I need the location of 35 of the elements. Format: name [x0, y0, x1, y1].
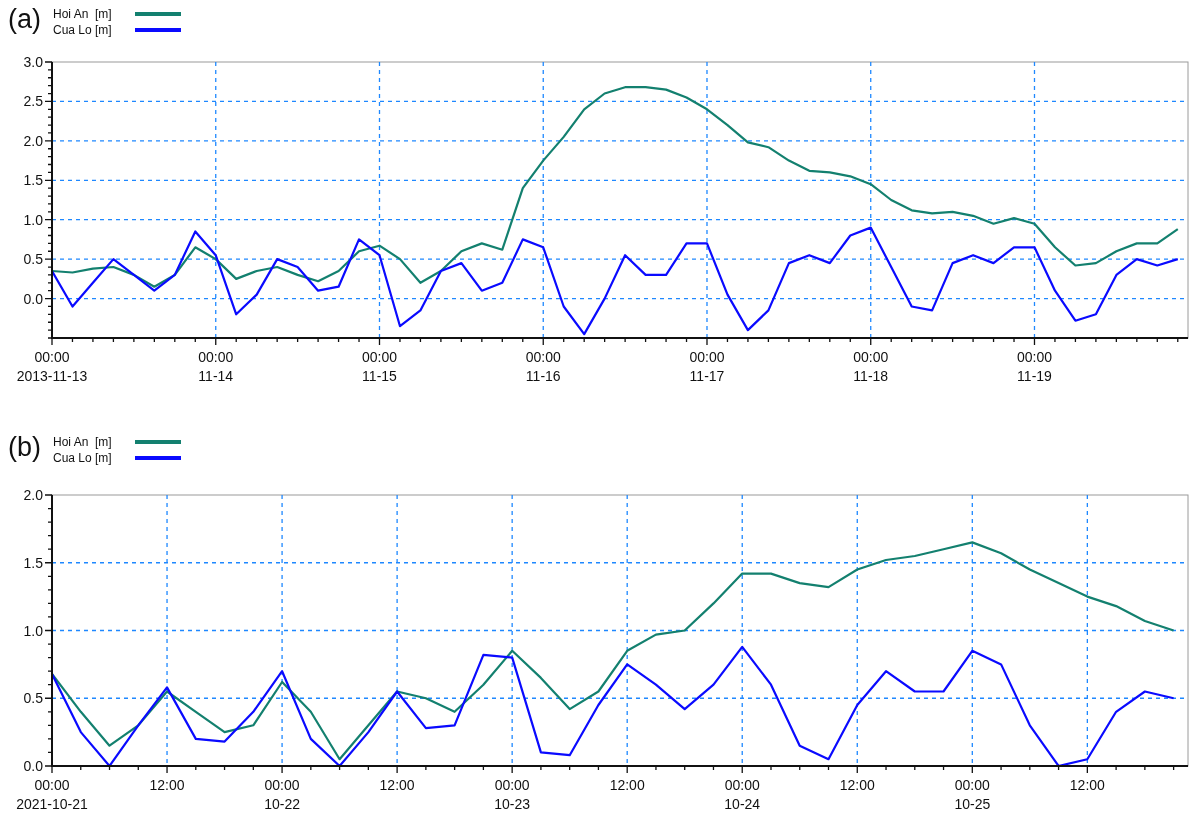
- x-axis-label: 00:00 11-15: [361, 349, 397, 384]
- x-axis-label: 00:00 2013-11-13: [16, 349, 88, 384]
- x-axis-label: 00:00 11-18: [853, 349, 889, 384]
- x-axis-label: 12:00: [1069, 777, 1105, 793]
- x-axis-label: 00:00 2021-10-21: [16, 777, 88, 812]
- y-axis-label: 1.5: [23, 172, 43, 189]
- x-axis-label: 00:00 11-19: [1016, 349, 1052, 384]
- legend-label: Cua Lo [m]: [53, 451, 113, 465]
- y-axis-label: 0.5: [23, 251, 43, 268]
- x-axis-label: 12:00: [609, 777, 645, 793]
- x-axis-label: 00:00 10-23: [494, 777, 531, 812]
- x-axis-label: 00:00 10-22: [264, 777, 300, 812]
- y-axis-label: 0.0: [23, 290, 43, 307]
- x-axis-label: 00:00 11-16: [525, 349, 561, 384]
- y-axis-label: 1.0: [23, 622, 43, 639]
- legend-label: Hoi An [m]: [53, 435, 113, 449]
- y-axis-label: 1.0: [23, 211, 43, 228]
- y-axis-label: 2.0: [23, 487, 43, 503]
- legend-label: Hoi An [m]: [53, 7, 113, 21]
- x-axis-label: 00:00 11-17: [689, 349, 725, 384]
- panel-label: (b): [8, 432, 41, 462]
- y-axis-label: 0.0: [23, 758, 43, 774]
- x-axis-label: 12:00: [839, 777, 875, 793]
- x-axis-label: 00:00 10-24: [724, 777, 761, 812]
- x-axis-label: 00:00 10-25: [954, 777, 991, 812]
- legend-label: Cua Lo [m]: [53, 23, 113, 37]
- y-axis-label: 2.5: [23, 93, 43, 110]
- panel-label: (a): [8, 4, 41, 34]
- y-axis-label: 0.5: [23, 690, 43, 707]
- x-axis-label: 12:00: [149, 777, 185, 793]
- x-axis-label: 00:00 11-14: [198, 349, 234, 384]
- x-axis-label: 12:00: [379, 777, 415, 793]
- y-axis-label: 2.0: [23, 132, 43, 149]
- y-axis-label: 3.0: [23, 54, 43, 70]
- y-axis-label: 1.5: [23, 554, 43, 571]
